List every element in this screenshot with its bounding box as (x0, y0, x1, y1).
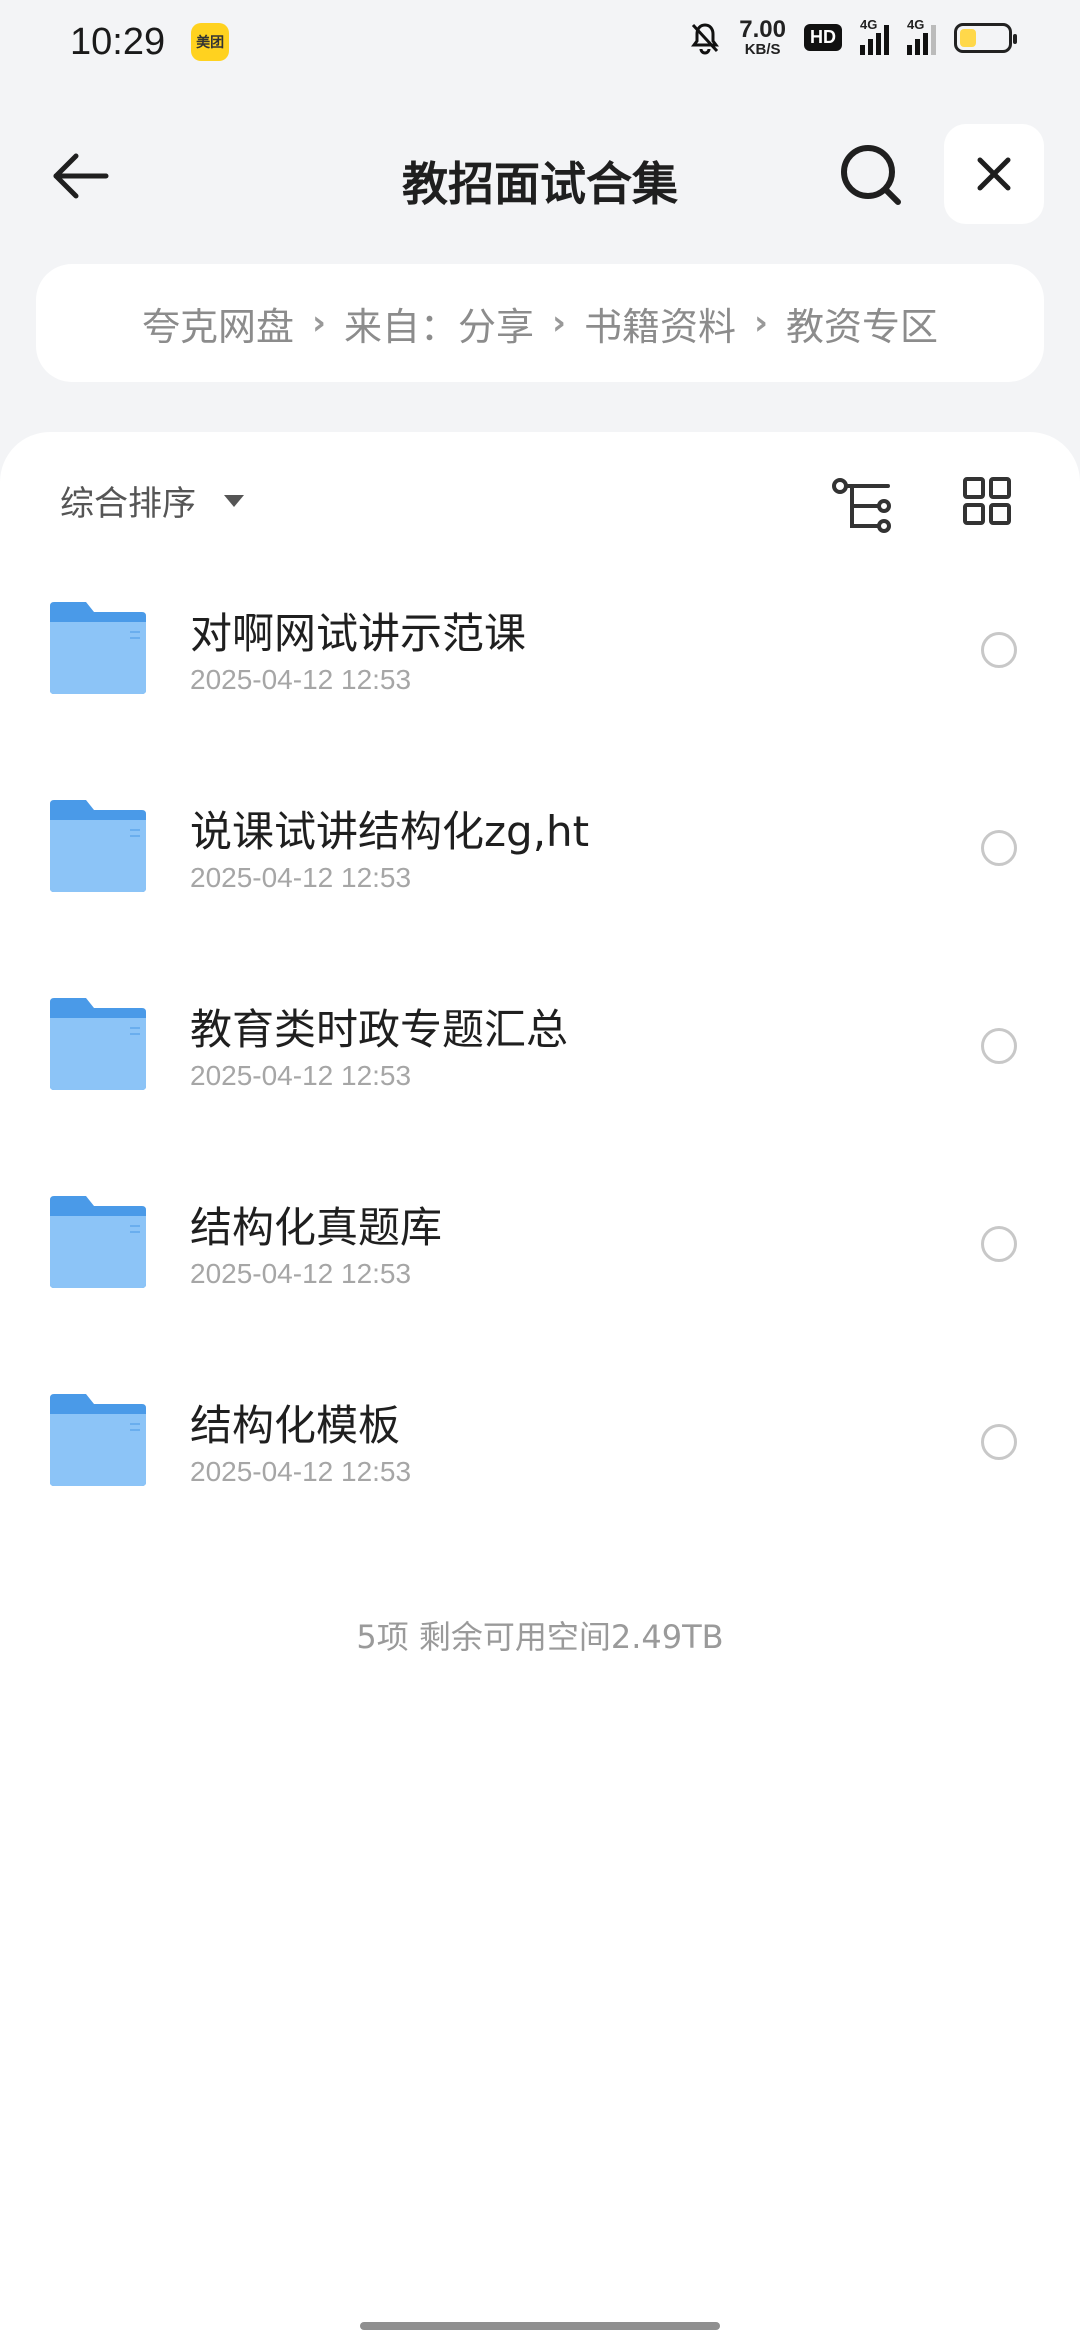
battery-icon (954, 22, 1017, 53)
breadcrumb-item-books[interactable]: 书籍资料 (584, 296, 736, 351)
close-button[interactable] (944, 124, 1044, 224)
search-icon (841, 145, 901, 205)
file-name: 结构化模板 (190, 1401, 401, 1450)
breadcrumb-item-teacher-cert[interactable]: 教资专区 (786, 296, 938, 351)
file-date: 2025-04-12 12:53 (190, 664, 412, 695)
file-name: 教育类时政专题汇总 (190, 1005, 569, 1054)
folder-icon (50, 602, 146, 694)
select-radio[interactable] (981, 1028, 1017, 1064)
chevron-right-icon: › (551, 303, 566, 343)
file-name: 结构化真题库 (190, 1203, 443, 1252)
file-panel: 综合排序 对啊网试讲示范课 2025-04-12 12:53 说课试讲结构化zg… (0, 432, 1080, 2340)
hd-voice-badge: HD (804, 24, 842, 51)
page-title: 教招面试合集 (402, 157, 678, 211)
tree-view-button[interactable] (830, 474, 894, 538)
network-speed-unit: KB/S (744, 41, 781, 58)
grid-view-button[interactable] (962, 476, 1012, 526)
file-name: 对啊网试讲示范课 (190, 609, 527, 658)
tree-view-icon (832, 478, 891, 533)
select-radio[interactable] (981, 830, 1017, 866)
grid-view-icon (963, 477, 1011, 525)
file-item[interactable]: 对啊网试讲示范课 2025-04-12 12:53 (0, 582, 1080, 780)
sort-dropdown[interactable]: 综合排序 (60, 476, 244, 525)
select-radio[interactable] (981, 1226, 1017, 1262)
folder-icon (50, 998, 146, 1090)
file-item[interactable]: 结构化真题库 2025-04-12 12:53 (0, 1176, 1080, 1374)
folder-icon (50, 1196, 146, 1288)
breadcrumb-item-from-share[interactable]: 来自：分享 (344, 296, 534, 351)
signal-icon-1: 4G (860, 17, 889, 55)
folder-icon (50, 1394, 146, 1486)
file-item[interactable]: 结构化模板 2025-04-12 12:53 (0, 1374, 1080, 1572)
chevron-right-icon: › (311, 303, 326, 343)
file-name: 说课试讲结构化zg,ht (190, 807, 590, 856)
battery-fill (960, 28, 977, 47)
network-speed-value: 7.00 (739, 16, 786, 43)
header: 教招面试合集 (0, 120, 1080, 230)
storage-info: 5项 剩余可用空间2.49TB (356, 1618, 724, 1656)
signal-2-label: 4G (907, 16, 925, 32)
file-date: 2025-04-12 12:53 (190, 1456, 412, 1487)
status-icons: 7.00 KB/S HD 4G 4G (689, 16, 1017, 58)
close-icon (977, 157, 1011, 191)
file-date: 2025-04-12 12:53 (190, 1258, 412, 1289)
caret-down-icon (224, 494, 244, 507)
status-bar: 10:29 美团 7.00 KB/S HD 4G 4G (0, 0, 1080, 84)
file-date: 2025-04-12 12:53 (190, 1060, 412, 1091)
file-item[interactable]: 教育类时政专题汇总 2025-04-12 12:53 (0, 978, 1080, 1176)
signal-1-label: 4G (860, 16, 878, 32)
select-radio[interactable] (981, 632, 1017, 668)
file-list: 对啊网试讲示范课 2025-04-12 12:53 说课试讲结构化zg,ht 2… (0, 582, 1080, 1572)
breadcrumb: 夸克网盘 › 来自：分享 › 书籍资料 › 教资专区 (36, 264, 1044, 382)
home-indicator[interactable] (360, 2322, 720, 2330)
sort-label: 综合排序 (60, 484, 196, 524)
select-radio[interactable] (981, 1424, 1017, 1460)
meituan-app-badge: 美团 (191, 23, 230, 61)
bell-muted-icon (691, 22, 720, 54)
chevron-right-icon: › (754, 303, 769, 343)
folder-icon (50, 800, 146, 892)
status-time: 10:29 (70, 20, 166, 63)
file-item[interactable]: 说课试讲结构化zg,ht 2025-04-12 12:53 (0, 780, 1080, 978)
search-button[interactable] (838, 142, 904, 208)
breadcrumb-item-quark-drive[interactable]: 夸克网盘 (142, 296, 294, 351)
file-date: 2025-04-12 12:53 (190, 862, 412, 893)
network-speed: 7.00 KB/S (739, 16, 786, 58)
signal-icon-2: 4G (907, 17, 936, 55)
